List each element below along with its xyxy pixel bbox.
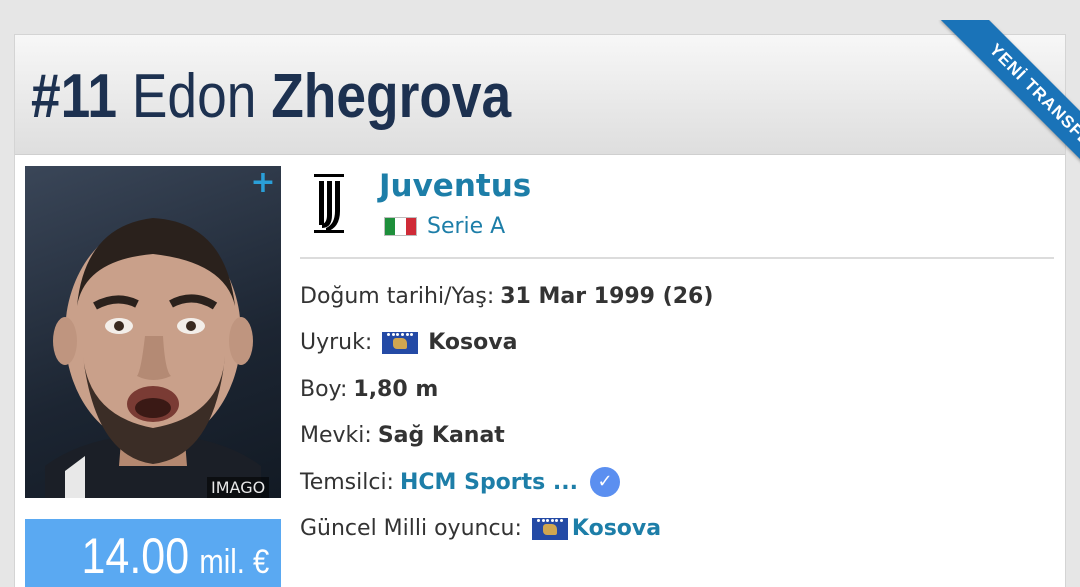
italy-flag-icon — [384, 217, 417, 236]
birth-label: Doğum tarihi/Yaş: — [300, 284, 495, 309]
position-label: Mevki: — [300, 423, 372, 448]
national-team-row: Güncel Milli oyuncu: Kosova — [300, 516, 661, 541]
player-last-name: Zhegrova — [271, 62, 512, 131]
player-title: #11 Edon Zhegrova — [31, 61, 511, 132]
national-team-label: Güncel Milli oyuncu: — [300, 516, 522, 541]
verified-icon: ✓ — [590, 467, 620, 497]
divider — [300, 257, 1054, 259]
plus-icon[interactable]: + — [248, 168, 278, 198]
market-value-amount: 14.00 — [81, 528, 190, 584]
position-row: Mevki: Sağ Kanat — [300, 423, 505, 448]
agent-label: Temsilci: — [300, 469, 394, 495]
photo-credit: IMAGO — [207, 477, 270, 498]
player-portrait — [45, 218, 261, 498]
new-transfer-ribbon: YENİ TRANSFER — [890, 20, 1080, 210]
kosovo-flag-icon — [531, 517, 568, 540]
kosovo-flag-icon — [382, 331, 419, 354]
nationality-label: Uyruk: — [300, 330, 373, 355]
birth-value: 31 Mar 1999 (26) — [500, 284, 714, 309]
national-team-link[interactable]: Kosova — [572, 516, 661, 541]
height-label: Boy: — [300, 377, 348, 402]
agent-row: Temsilci: HCM Sports ... ✓ — [300, 467, 620, 497]
league-name-link[interactable]: Serie A — [427, 214, 505, 239]
height-value: 1,80 m — [353, 377, 439, 402]
nationality-row: Uyruk: Kosova — [300, 330, 517, 355]
ribbon-label: YENİ TRANSFER — [941, 20, 1080, 204]
position-value: Sağ Kanat — [377, 423, 505, 448]
market-value-unit: mil. € — [199, 543, 269, 581]
agent-link[interactable]: HCM Sports ... — [400, 470, 578, 495]
player-first-name: Edon — [131, 62, 257, 131]
club-name-link[interactable]: Juventus — [379, 168, 531, 204]
league-row[interactable]: Serie A — [384, 214, 505, 239]
shirt-number: #11 — [31, 62, 118, 131]
birth-row: Doğum tarihi/Yaş: 31 Mar 1999 (26) — [300, 284, 713, 309]
juventus-logo[interactable] — [300, 172, 358, 238]
height-row: Boy: 1,80 m — [300, 377, 438, 402]
nationality-value: Kosova — [428, 330, 518, 355]
player-photo[interactable] — [25, 166, 281, 498]
market-value[interactable]: 14.00 mil. € — [25, 519, 281, 587]
